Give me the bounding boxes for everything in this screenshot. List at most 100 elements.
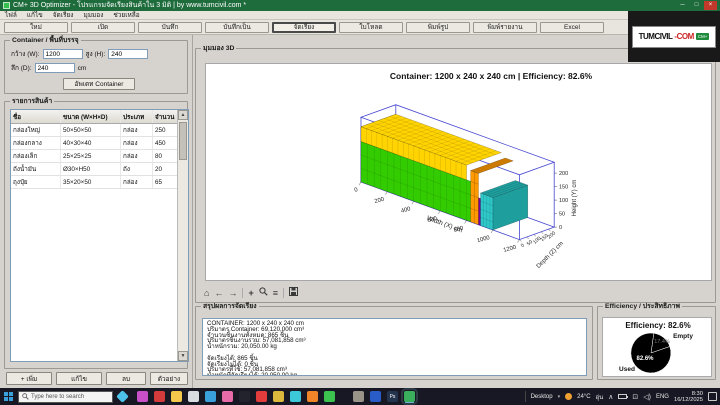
table-row[interactable]: กล่องเล็ก 25×25×25 กล่อง 80 (11, 150, 188, 163)
start-button[interactable] (0, 388, 16, 405)
screen-recorder-icon[interactable] (154, 391, 165, 402)
width-input[interactable] (42, 49, 83, 59)
pinwheel-icon[interactable] (137, 391, 148, 402)
items-table: ชื่อ ขนาด (W×H×D) ประเภท จำนวน กล่องใหญ่ 50×5… (10, 109, 189, 362)
zoom-icon[interactable] (259, 287, 268, 298)
toolbar-button-1[interactable]: เปิด (71, 21, 135, 33)
left-panel: Container / พื้นที่บรรจุ กว้าง (W): สูง … (0, 35, 193, 388)
depth-input[interactable] (34, 63, 75, 73)
taskbar-clock[interactable]: 8:30 16/12/2025 (674, 391, 703, 403)
store-icon[interactable] (188, 391, 199, 402)
menu-item-2[interactable]: จัดเรียง (48, 10, 79, 20)
menu-item-1[interactable]: แก้ไข (22, 10, 48, 20)
volume-icon[interactable]: ◁) (643, 393, 651, 401)
cortana-icon[interactable] (116, 390, 129, 403)
summary-groupbox: สรุปผลการจัดเรียง CONTAINER: 1200 x 240 … (195, 303, 593, 380)
height-input[interactable] (108, 49, 149, 59)
toolbar-button-8[interactable]: Excel (540, 21, 604, 33)
table-row[interactable]: กล่องใหญ่ 50×50×50 กล่อง 250 (11, 124, 188, 137)
x-axis-label: Width (X) cm (426, 215, 464, 234)
forward-icon[interactable]: → (228, 288, 237, 298)
cm-badge: CM+ (695, 33, 710, 40)
summary-textarea[interactable]: CONTAINER: 1200 x 240 x 240 cm ปริมาตร Co… (202, 318, 587, 376)
chevron-up-icon[interactable]: ▾ (558, 394, 561, 400)
word-icon[interactable] (370, 391, 381, 402)
configure-icon[interactable]: ≡ (273, 288, 278, 298)
cm-app-icon[interactable] (401, 388, 418, 405)
edge-icon[interactable] (205, 391, 216, 402)
photos-icon[interactable] (222, 391, 233, 402)
media-app-icon[interactable] (290, 391, 301, 402)
menu-item-0[interactable]: ไฟล์ (0, 10, 22, 20)
svg-text:200: 200 (547, 230, 557, 240)
toolbar-button-5[interactable]: ใบโหลด (339, 21, 403, 33)
menu-item-3[interactable]: มุมมอง (78, 10, 108, 20)
pan-icon[interactable]: + (248, 288, 253, 298)
delete-item-button[interactable]: ลบ (106, 372, 146, 385)
chrome-icon[interactable] (273, 391, 284, 402)
close-icon[interactable]: × (704, 1, 717, 10)
svg-text:50: 50 (559, 212, 565, 218)
scroll-thumb[interactable] (179, 122, 187, 160)
svg-text:200: 200 (374, 197, 385, 205)
pie-pct-empty: 17.4% (654, 339, 670, 345)
tray-chevron-icon[interactable]: ∧ (608, 393, 613, 401)
svg-text:0: 0 (354, 187, 359, 194)
pie-label-used: Used (619, 366, 635, 373)
back-icon[interactable]: ← (214, 288, 223, 298)
toolbar-button-6[interactable]: พิมพ์รูป (406, 21, 470, 33)
scroll-up-icon[interactable]: ▲ (178, 110, 188, 120)
view3d-groupbox: มุมมอง 3D Container: 1200 x 240 x 240 cm… (195, 45, 716, 303)
items-groupbox: รายการสินค้า ชื่อ ขนาด (W×H×D) ประเภท จำนวน… (4, 98, 189, 369)
table-row[interactable]: ถุงปุ๋ย 35×20×50 กล่อง 65 (11, 176, 188, 189)
toolbar-button-7[interactable]: พิมพ์รายงาน (473, 21, 537, 33)
efficiency-groupbox: Efficiency / ประสิทธิภาพ Efficiency: 82.… (597, 303, 716, 380)
file-explorer-icon[interactable] (171, 391, 182, 402)
unit-label: cm (77, 64, 87, 72)
toolbar-button-3[interactable]: บันทึกเป็น (205, 21, 269, 33)
depth-label: ลึก (D): (11, 65, 32, 72)
edit-item-button[interactable]: แก้ไข (56, 372, 102, 385)
table-scrollbar[interactable]: ▲ ▼ (177, 110, 188, 361)
container-3d-plot: Container: 1200 x 240 x 240 cm | Efficie… (354, 71, 593, 270)
pie-label-empty: Empty (673, 333, 693, 340)
save-icon[interactable] (288, 287, 298, 298)
photoshop-icon[interactable]: Ps (387, 391, 398, 402)
maximize-icon[interactable]: □ (690, 1, 703, 10)
svg-text:150: 150 (559, 185, 568, 191)
gimp-icon[interactable] (353, 391, 364, 402)
menu-item-4[interactable]: ช่วยเหลือ (108, 10, 144, 20)
title-bar: CM+ 3D Optimizer - โปรแกรมจัดเรียงสินค้า… (0, 0, 720, 11)
network-icon[interactable]: ⊡ (632, 393, 638, 401)
tumcivil-logo: TUMCIVIL -COM CM+ (632, 25, 716, 48)
svg-text:0: 0 (520, 243, 526, 250)
console-icon[interactable] (239, 391, 250, 402)
toolbar-button-4[interactable]: จัดเรียง (272, 21, 336, 33)
firefox-icon[interactable] (307, 391, 318, 402)
windows-logo-icon (3, 392, 13, 401)
battery-icon[interactable] (618, 394, 629, 399)
scroll-down-icon[interactable]: ▼ (178, 351, 188, 361)
width-label: กว้าง (W): (11, 51, 40, 58)
plot-canvas[interactable]: Container: 1200 x 240 x 240 cm | Efficie… (205, 63, 712, 281)
line-icon[interactable] (324, 391, 335, 402)
toolbar-button-0[interactable]: ใหม่ (4, 21, 68, 33)
minimize-icon[interactable]: ─ (676, 1, 689, 10)
table-row[interactable]: ถังน้ำมัน Ø30×H50 ถัง 20 (11, 163, 188, 176)
notifications-icon[interactable] (708, 392, 717, 401)
sample-data-button[interactable]: ตัวอย่าง (150, 372, 188, 385)
table-row[interactable]: กล่องกลาง 40×30×40 กล่อง 450 (11, 137, 188, 150)
clock-date: 16/12/2025 (673, 396, 703, 403)
desktop-label[interactable]: Desktop (531, 394, 553, 400)
update-container-button[interactable]: อัพเดท Container (63, 78, 135, 90)
opera-icon[interactable] (256, 391, 267, 402)
weather-desc[interactable]: อุ่น (596, 392, 604, 402)
home-icon[interactable]: ⌂ (204, 288, 209, 298)
svg-text:200: 200 (559, 171, 568, 177)
add-item-button[interactable]: + เพิ่ม (6, 372, 52, 385)
table-header: ชื่อ ขนาด (W×H×D) ประเภท จำนวน (11, 110, 188, 124)
weather-temp[interactable]: 24°C (577, 394, 590, 400)
toolbar-button-2[interactable]: บันทึก (138, 21, 202, 33)
taskbar-search[interactable]: Type here to search (18, 390, 113, 403)
language-indicator[interactable]: ENG (656, 394, 669, 400)
